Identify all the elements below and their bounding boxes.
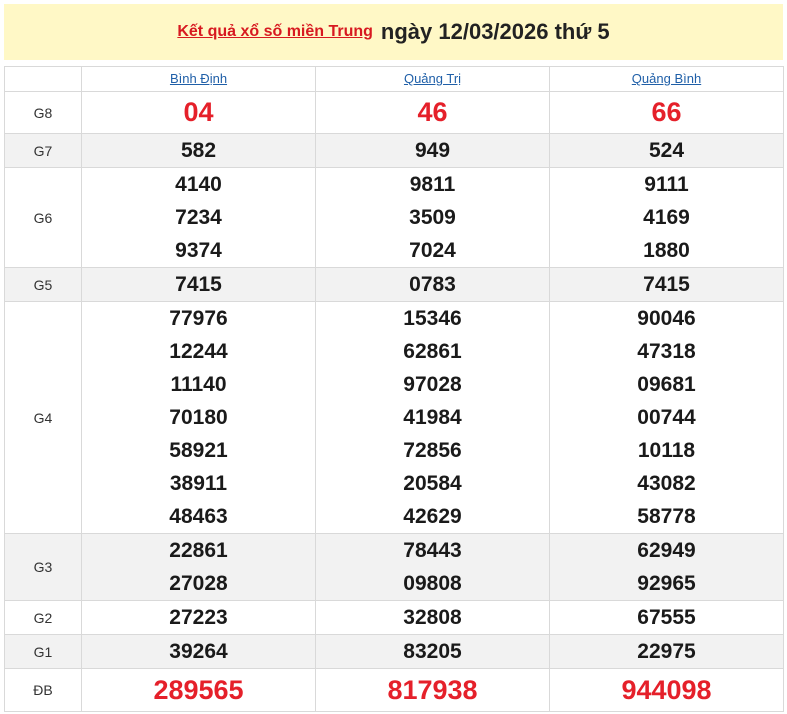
prize-number: 00744 [637, 406, 696, 429]
prize-number: 42629 [403, 505, 462, 528]
prize-row-g8: G8 04 46 66 [4, 91, 784, 134]
prize-number: 62949 [637, 539, 696, 562]
prize-label: G4 [4, 301, 82, 534]
prize-label: G2 [4, 600, 82, 635]
prize-number: 9811 [409, 173, 456, 196]
prize-number: 09808 [403, 572, 462, 595]
prize-row-special: ĐB 289565 817938 944098 [4, 668, 784, 712]
special-prize-number: 817938 [387, 674, 478, 705]
prize-number: 58778 [637, 505, 696, 528]
prize-number: 43082 [637, 472, 696, 495]
prize-number: 48463 [169, 505, 228, 528]
province-link-quang-tri[interactable]: Quảng Trị [404, 71, 461, 86]
prize-row-g7: G7 582 949 524 [4, 133, 784, 168]
prize-row-g3: G3 22861 27028 78443 09808 62949 92965 [4, 533, 784, 601]
prize-number: 1880 [643, 239, 690, 262]
prize-number: 7024 [409, 239, 456, 262]
prize-number: 7234 [175, 206, 222, 229]
prize-number: 78443 [403, 539, 462, 562]
prize-number: 77976 [169, 307, 228, 330]
prize-number: 27223 [169, 606, 228, 629]
prize-number: 97028 [403, 373, 462, 396]
results-table: Bình Định Quảng Trị Quảng Bình G8 04 46 … [4, 66, 784, 712]
prize-number: 4169 [643, 206, 690, 229]
results-header: Kết quả xổ số miền Trung ngày 12/03/2026… [4, 4, 783, 60]
prize-number: 12244 [169, 340, 228, 363]
prize-number: 04 [183, 97, 214, 127]
prize-number: 20584 [403, 472, 462, 495]
prize-number: 22861 [169, 539, 228, 562]
prize-number: 90046 [637, 307, 696, 330]
prize-number: 10118 [637, 439, 696, 462]
prize-number: 9111 [644, 173, 689, 196]
prize-row-g5: G5 7415 0783 7415 [4, 267, 784, 302]
prize-label: ĐB [4, 668, 82, 712]
prize-number: 46 [417, 97, 448, 127]
prize-row-g1: G1 39264 83205 22975 [4, 634, 784, 669]
prize-number: 83205 [403, 640, 462, 663]
prize-number: 22975 [637, 640, 696, 663]
prize-number: 0783 [409, 273, 456, 296]
prize-number: 62861 [403, 340, 462, 363]
prize-number: 4140 [175, 173, 222, 196]
prize-number: 11140 [170, 373, 227, 396]
special-prize-number: 944098 [621, 674, 712, 705]
prize-row-g6: G6 4140 7234 9374 9811 3509 7024 9111 41… [4, 167, 784, 268]
prize-number: 41984 [403, 406, 462, 429]
prize-number: 3509 [409, 206, 456, 229]
prize-number: 582 [180, 139, 217, 162]
prize-number: 27028 [169, 572, 228, 595]
prize-number: 7415 [175, 273, 222, 296]
prize-number: 58921 [169, 439, 228, 462]
special-prize-number: 289565 [153, 674, 244, 705]
prize-number: 47318 [637, 340, 696, 363]
province-link-quang-binh[interactable]: Quảng Bình [632, 71, 701, 86]
province-header-row: Bình Định Quảng Trị Quảng Bình [4, 66, 784, 92]
prize-label: G7 [4, 133, 82, 168]
prize-label: G1 [4, 634, 82, 669]
prize-number: 70180 [169, 406, 228, 429]
results-date: ngày 12/03/2026 thứ 5 [380, 19, 610, 44]
prize-number: 39264 [169, 640, 228, 663]
prize-label: G3 [4, 533, 82, 601]
prize-number: 32808 [403, 606, 462, 629]
province-link-binh-dinh[interactable]: Bình Định [170, 71, 227, 86]
results-title-link[interactable]: Kết quả xổ số miền Trung [177, 23, 373, 41]
prize-number: 66 [651, 97, 682, 127]
corner-cell [4, 66, 82, 92]
prize-label: G5 [4, 267, 82, 302]
prize-number: 949 [414, 139, 451, 162]
prize-number: 524 [648, 139, 685, 162]
prize-number: 72856 [403, 439, 462, 462]
prize-number: 38911 [169, 472, 228, 495]
prize-label: G6 [4, 167, 82, 268]
prize-row-g2: G2 27223 32808 67555 [4, 600, 784, 635]
prize-number: 15346 [403, 307, 462, 330]
prize-label: G8 [4, 91, 82, 134]
prize-row-g4: G4 77976 12244 11140 70180 58921 38911 4… [4, 301, 784, 534]
prize-number: 09681 [637, 373, 696, 396]
prize-number: 67555 [637, 606, 696, 629]
prize-number: 9374 [175, 239, 222, 262]
prize-number: 7415 [643, 273, 690, 296]
prize-number: 92965 [637, 572, 696, 595]
